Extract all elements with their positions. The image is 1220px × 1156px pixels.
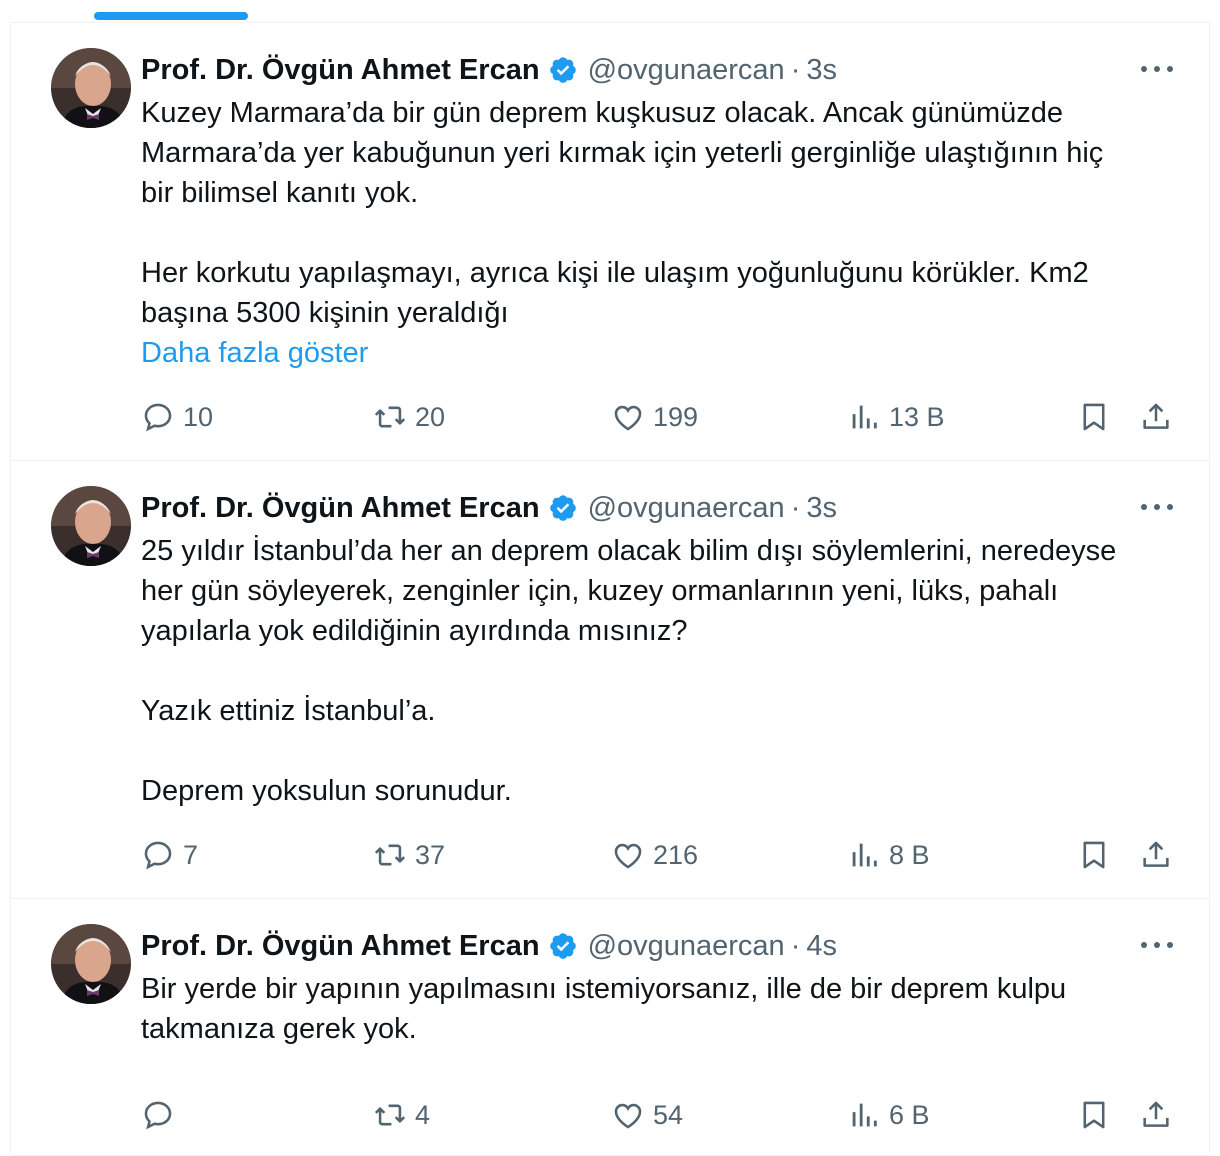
bookmark-icon — [1083, 841, 1105, 869]
heart-icon — [614, 843, 642, 869]
share-icon — [1143, 403, 1169, 429]
avatar[interactable] — [51, 48, 131, 128]
bookmark-button[interactable] — [1077, 1093, 1111, 1137]
share-icon — [1143, 1101, 1169, 1127]
tweet-text-line: Marmara’da yer kabuğunun yeri kırmak içi… — [141, 137, 1104, 169]
analytics-icon — [852, 1103, 877, 1127]
avatar[interactable] — [51, 486, 131, 566]
tweet-text-line: Her korkutu yapılaşmayı, ayrıca kişi ile… — [141, 257, 1089, 289]
separator-dot: · — [790, 54, 801, 86]
tweet-text-line — [141, 731, 1191, 771]
more-options-icon[interactable] — [1141, 57, 1173, 81]
like-button[interactable]: 54 — [611, 1093, 683, 1137]
views-button[interactable]: 6 B — [847, 1093, 930, 1137]
verified-badge-icon — [549, 495, 576, 521]
tweet-text-line: Deprem yoksulun sorunudur. — [141, 775, 512, 807]
retweet-count: 37 — [415, 839, 446, 870]
author-handle[interactable]: @ovgunaercan — [588, 927, 785, 965]
tweet-text-line: Bir yerde bir yapının yapılmasını istemi… — [141, 973, 1067, 1005]
like-button[interactable]: 199 — [611, 395, 698, 439]
reply-icon — [144, 841, 172, 870]
tweet-actions: 7 37 216 8 B — [141, 833, 1185, 877]
active-tab-indicator — [94, 12, 248, 20]
author-handle[interactable]: @ovgunaercan — [588, 489, 785, 527]
bookmark-button[interactable] — [1077, 833, 1111, 877]
separator-dot: · — [790, 492, 801, 524]
retweet-button[interactable]: 20 — [373, 395, 445, 439]
tweet-actions: 10 20 199 13 B — [141, 395, 1185, 439]
views-button[interactable]: 8 B — [847, 833, 930, 877]
retweet-count: 20 — [415, 401, 446, 432]
share-button[interactable] — [1139, 1093, 1173, 1137]
bookmark-icon — [1083, 403, 1105, 431]
heart-icon — [614, 405, 642, 431]
show-more-link[interactable]: Daha fazla göster — [141, 337, 368, 369]
tweet-timestamp[interactable]: 4s — [806, 927, 837, 965]
author-name[interactable]: Prof. Dr. Övgün Ahmet Ercan — [141, 489, 540, 527]
like-count: 216 — [653, 839, 699, 870]
tweet[interactable]: Prof. Dr. Övgün Ahmet Ercan @ovgunaercan… — [11, 22, 1209, 460]
reply-count: 7 — [183, 839, 199, 870]
retweet-button[interactable]: 4 — [373, 1093, 430, 1137]
tweet-timestamp[interactable]: 3s — [806, 51, 837, 89]
view-count: 8 B — [889, 839, 930, 870]
tweet-actions: 4 54 6 B — [141, 1093, 1185, 1137]
reply-icon — [144, 1101, 172, 1130]
like-count: 54 — [653, 1099, 684, 1130]
tweet[interactable]: Prof. Dr. Övgün Ahmet Ercan @ovgunaercan… — [11, 460, 1209, 898]
like-count: 199 — [653, 401, 699, 432]
reply-icon — [144, 403, 172, 432]
more-options-icon[interactable] — [1141, 933, 1173, 957]
retweet-icon — [374, 406, 406, 428]
timeline-feed: Prof. Dr. Övgün Ahmet Ercan @ovgunaercan… — [10, 22, 1210, 1156]
share-icon — [1143, 841, 1169, 867]
analytics-icon — [852, 405, 877, 429]
bookmark-icon — [1083, 1101, 1105, 1129]
heart-icon — [614, 1103, 642, 1129]
analytics-icon — [852, 843, 877, 867]
bookmark-button[interactable] — [1077, 395, 1111, 439]
share-button[interactable] — [1139, 833, 1173, 877]
tweet-text-line: yapılarla yok edildiğinin ayırdında mısı… — [141, 615, 688, 647]
tweet-text: Bir yerde bir yapının yapılmasını istemi… — [141, 969, 1191, 1049]
verified-badge-icon — [549, 933, 576, 959]
reply-button[interactable]: 7 — [141, 833, 198, 877]
tweet[interactable]: Prof. Dr. Övgün Ahmet Ercan @ovgunaercan… — [11, 898, 1209, 1156]
separator-dot: · — [790, 930, 801, 962]
verified-badge-icon — [549, 57, 576, 83]
tweet-text: 25 yıldır İstanbul’da her an deprem olac… — [141, 531, 1191, 811]
author-handle[interactable]: @ovgunaercan — [588, 51, 785, 89]
retweet-icon — [374, 1104, 406, 1126]
tweet-text-line: her gün söyleyerek, zenginler için, kuze… — [141, 575, 1059, 607]
retweet-button[interactable]: 37 — [373, 833, 445, 877]
tweet-timestamp[interactable]: 3s — [806, 489, 837, 527]
reply-button[interactable]: 10 — [141, 395, 213, 439]
retweet-count: 4 — [415, 1099, 431, 1130]
tweet-text-line — [141, 213, 1191, 253]
view-count: 13 B — [889, 401, 945, 432]
tweet-text-line: bir bilimsel kanıtı yok. — [141, 177, 419, 209]
author-name[interactable]: Prof. Dr. Övgün Ahmet Ercan — [141, 927, 540, 965]
tweet-text: Kuzey Marmara’da bir gün deprem kuşkusuz… — [141, 93, 1191, 373]
tweet-text-line: Yazık ettiniz İstanbul’a. — [141, 695, 436, 727]
more-options-icon[interactable] — [1141, 495, 1173, 519]
avatar[interactable] — [51, 924, 131, 1004]
retweet-icon — [374, 844, 406, 866]
tweet-text-line: takmanıza gerek yok. — [141, 1013, 417, 1045]
tweet-text-line: başına 5300 kişinin yeraldığı — [141, 297, 509, 329]
reply-button[interactable] — [141, 1093, 183, 1137]
views-button[interactable]: 13 B — [847, 395, 945, 439]
tweet-text-line: 25 yıldır İstanbul’da her an deprem olac… — [141, 535, 1117, 567]
like-button[interactable]: 216 — [611, 833, 698, 877]
view-count: 6 B — [889, 1099, 930, 1130]
author-name[interactable]: Prof. Dr. Övgün Ahmet Ercan — [141, 51, 540, 89]
tweet-text-line: Kuzey Marmara’da bir gün deprem kuşkusuz… — [141, 97, 1064, 129]
share-button[interactable] — [1139, 395, 1173, 439]
tweet-text-line — [141, 651, 1191, 691]
reply-count: 10 — [183, 401, 214, 432]
